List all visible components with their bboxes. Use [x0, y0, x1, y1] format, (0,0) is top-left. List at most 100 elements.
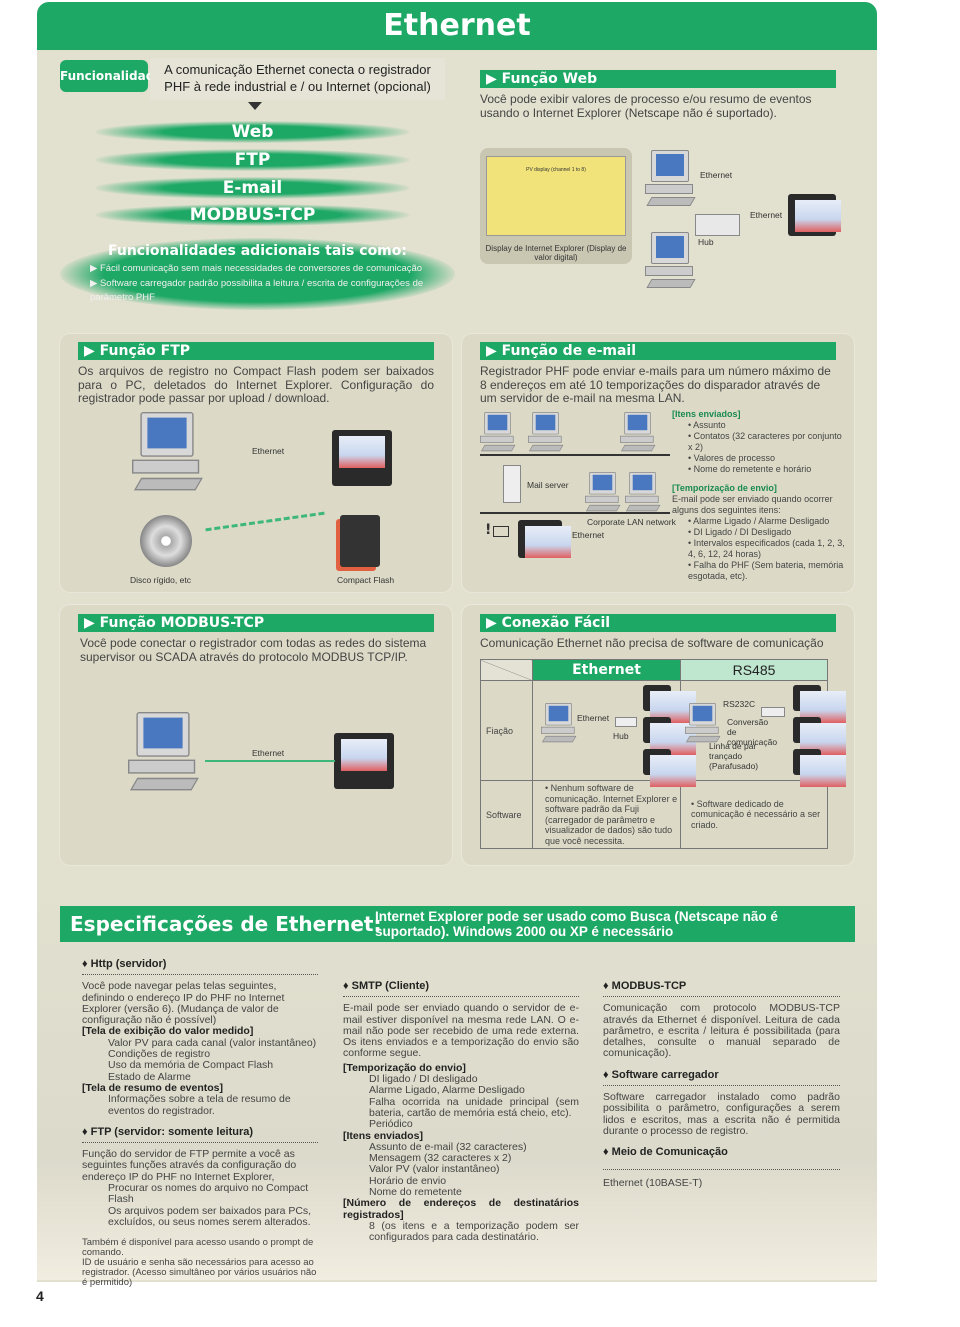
ftp-text: Os arquivos de registro no Compact Flash… [78, 364, 434, 405]
extra-item: Fácil comunicação sem mais necessidades … [99, 263, 423, 274]
disk-label: Disco rígido, etc [130, 575, 191, 585]
ftp-spec-title: ♦ FTP (servidor: somente leitura) [82, 1126, 318, 1144]
modbus-section: ▶ Função MODBUS-TCP Você pode conectar o… [78, 614, 434, 664]
specs-subtitle: Internet Explorer pode ser usado como Bu… [375, 909, 778, 939]
list-item: Valores de processo [688, 453, 847, 464]
arrow-down-icon [248, 102, 262, 110]
page-title: Ethernet [37, 2, 877, 50]
band-ftp: FTP [95, 149, 410, 171]
list-item: Procurar os nomes do arquivo no Compact … [108, 1182, 309, 1206]
email-details: [Itens enviados] Assunto Contatos (32 ca… [672, 409, 847, 582]
ethernet-label: Ethernet [700, 170, 733, 180]
spec-col-2: ♦ SMTP (Cliente) E-mail pode ser enviado… [343, 980, 579, 1244]
list-item: Contatos (32 caracteres por conjunto x 2… [688, 431, 847, 453]
web-text: Você pode exibir valores de processo e/o… [480, 92, 812, 120]
pc-icon [528, 412, 564, 454]
recorder-icon [334, 733, 394, 789]
col-rs485: RS485 [680, 659, 828, 681]
envelope-icon [493, 526, 509, 537]
recorder-icon [788, 194, 841, 236]
mail-server-icon [503, 465, 521, 503]
col-ethernet: Ethernet [532, 659, 681, 681]
ftp-spec-text: Função do servidor de FTP permite a você… [82, 1148, 297, 1183]
list-item: Assunto [688, 420, 847, 431]
email-section: ▶ Função de e-mail Registrador PHF pode … [480, 342, 836, 406]
lan-label: Corporate LAN network [587, 517, 676, 527]
modbus-spec-title: ♦ MODBUS-TCP [603, 980, 840, 998]
subheading: [Temporização do envio] [343, 1061, 466, 1074]
timing-text: E-mail pode ser enviado quando ocorrer a… [672, 494, 833, 515]
pc-icon [585, 472, 621, 514]
ethernet-software-cell: Nenhum software de comunicação. Internet… [532, 780, 681, 849]
smtp-text: E-mail pode ser enviado quando o servido… [343, 1002, 579, 1060]
extra-item: Software carregador padrão possibilita a… [90, 277, 424, 304]
converter-icon [761, 707, 785, 717]
hub-icon [695, 214, 740, 236]
specs-title: Especificações de Ethernet: [70, 912, 382, 936]
extra-list: ▶ Fácil comunicação sem mais necessidade… [90, 263, 424, 304]
list-item: Falha do PHF (Sem bateria, memória esgot… [688, 560, 847, 582]
modbus-title: ▶ Função MODBUS-TCP [78, 614, 434, 632]
web-section: ▶ Função Web Você pode exibir valores de… [480, 70, 836, 120]
ie-screenshot-frame: PV display (channel 1 to 8) Display de I… [480, 148, 632, 264]
modbus-text: Você pode conectar o registrador com tod… [80, 636, 427, 664]
rs485-wiring-cell: RS232C Conversão de comunicação Linha de… [680, 680, 846, 787]
subheading: [Tela de resumo de eventos] [82, 1081, 224, 1094]
comparison-table: Ethernet RS485 Fiação Ethernet Hub RS232… [480, 659, 846, 849]
pc-icon [128, 712, 201, 796]
ethernet-label: Ethernet [252, 446, 285, 456]
modbus-spec-text: Comunicação com protocolo MODBUS-TCP atr… [603, 1002, 840, 1060]
medium-title: ♦ Meio de Comunicação [603, 1147, 840, 1170]
pc-icon [645, 232, 697, 292]
list-item: Software dedicado de comunicação é neces… [691, 799, 825, 831]
hard-disk-icon [140, 515, 192, 567]
line-label: Linha de par trançado (Parafusado) [709, 741, 759, 771]
pc-icon [645, 150, 697, 210]
medium-text: Ethernet (10BASE-T) [603, 1176, 703, 1189]
corner-cell [480, 659, 533, 681]
timing-title: [Temporização de envio] [672, 483, 777, 493]
smtp-title: ♦ SMTP (Cliente) [343, 980, 579, 998]
spec-col-1: ♦ Http (servidor) Você pode navegar pela… [82, 958, 318, 1288]
lan-line [480, 454, 670, 456]
list-item: Nenhum software de comunicação. Internet… [545, 783, 678, 846]
items-title: [Itens enviados] [672, 409, 741, 419]
ie-screenshot: PV display (channel 1 to 8) [486, 156, 626, 236]
ethernet-label: Ethernet [750, 210, 783, 220]
band-web: Web [95, 121, 410, 143]
recorder-icon [518, 520, 571, 558]
subheading: [Tela de exibição do valor medido] [82, 1025, 254, 1038]
email-title: ▶ Função de e-mail [480, 342, 836, 360]
hub-label: Hub [613, 731, 629, 741]
list-item: Nome do remetente e horário [688, 464, 847, 475]
list-item: Alarme Ligado, Alarme Desligado [369, 1084, 525, 1097]
ftp-section: ▶ Função FTP Os arquivos de registro no … [78, 342, 434, 406]
email-text: Registrador PHF pode enviar e-mails para… [480, 364, 831, 405]
ethernet-wiring-cell: Ethernet Hub [532, 680, 696, 787]
spec-col-3: ♦ MODBUS-TCP Comunicação com protocolo M… [603, 980, 840, 1189]
funcionalidade-badge: Funcionalidade [60, 60, 162, 92]
ftp-title: ▶ Função FTP [78, 342, 434, 360]
rs232c-label: RS232C [723, 699, 756, 709]
ftp-note: Também é disponível para acesso usando o… [82, 1237, 314, 1259]
list-item: Intervalos especificados (cada 1, 2, 3, … [688, 538, 847, 560]
pc-icon [480, 412, 516, 454]
alert-icon: ! [485, 522, 492, 538]
pc-icon [625, 472, 661, 514]
row-software: Software [480, 780, 533, 849]
band-email: E-mail [95, 177, 410, 199]
extra-title: Funcionalidades adicionais tais como: [108, 243, 407, 259]
loader-title: ♦ Software carregador [603, 1069, 840, 1087]
ethernet-label: Ethernet [252, 748, 285, 758]
list-item: Falha ocorrida na unidade principal (sem… [369, 1095, 579, 1119]
hub-label: Hub [698, 237, 714, 247]
band-modbus: MODBUS-TCP [95, 204, 410, 226]
http-text: Você pode navegar pelas telas seguintes,… [82, 980, 285, 1027]
recorder-icon [332, 430, 392, 486]
subheading: [Itens enviados] [343, 1129, 423, 1142]
subheading: [Número de endereços de destinatários re… [343, 1197, 579, 1221]
ethernet-line [205, 760, 335, 762]
http-title: ♦ Http (servidor) [82, 958, 318, 976]
list-item: Alarme Ligado / Alarme Desligado [688, 516, 847, 527]
page-number: 4 [36, 1288, 44, 1304]
